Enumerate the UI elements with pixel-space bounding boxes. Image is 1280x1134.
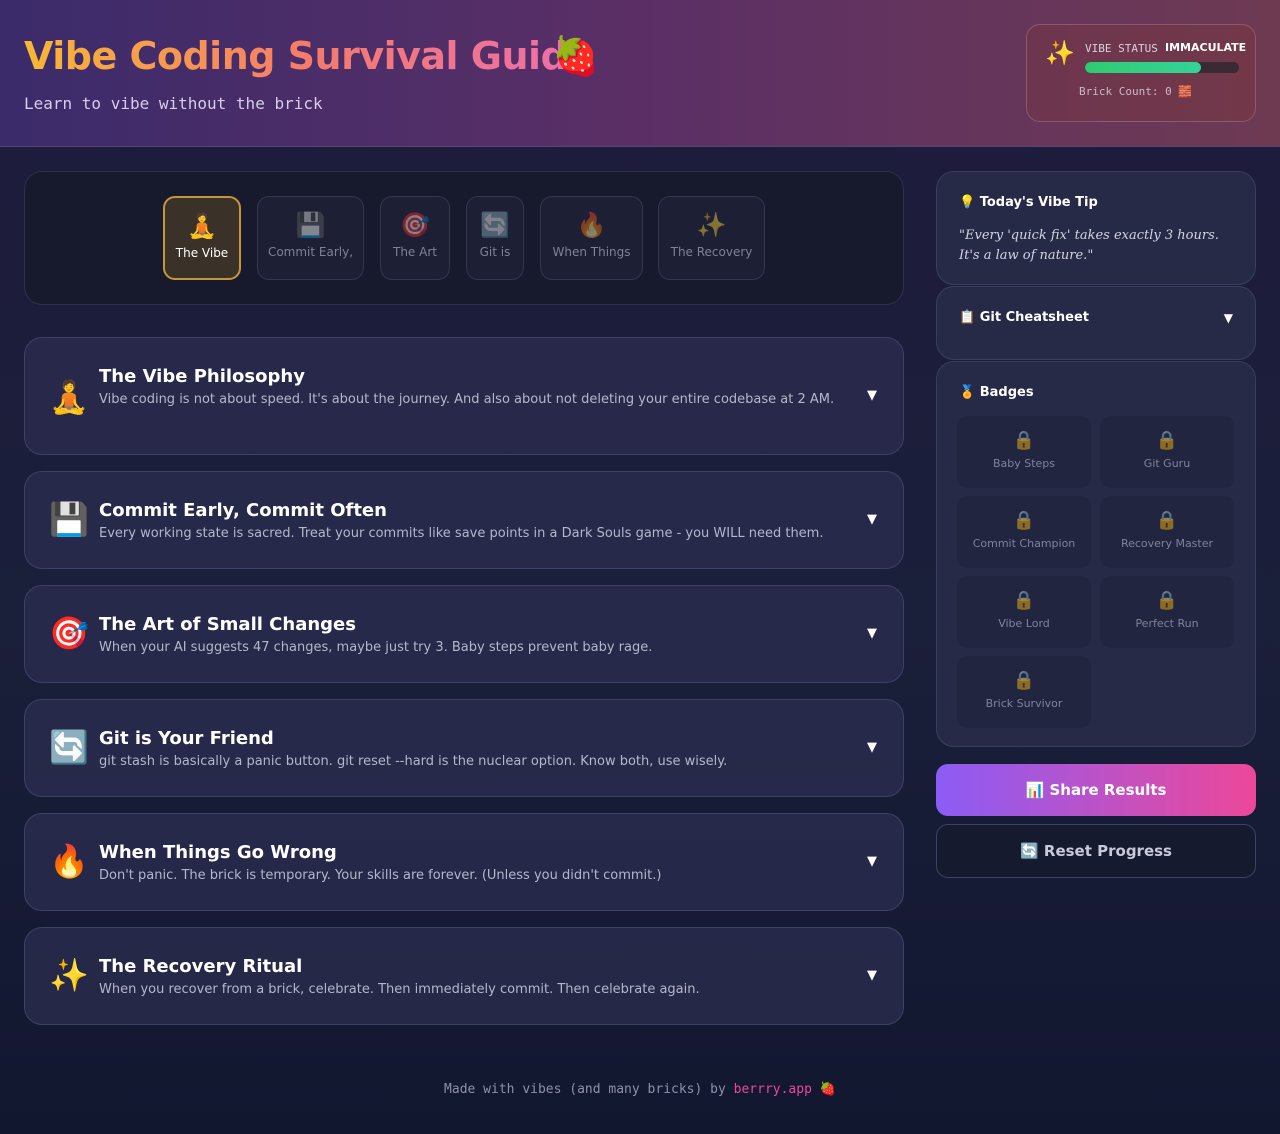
meditation-icon: 🧘 bbox=[49, 378, 89, 416]
tab-commit-early[interactable]: 💾 Commit Early, bbox=[257, 196, 364, 280]
badge-label: Recovery Master bbox=[1120, 537, 1214, 550]
lock-icon: 🔒 bbox=[1155, 510, 1179, 531]
section-description: Every working state is sacred. Treat you… bbox=[99, 526, 824, 541]
sparkle-icon: ✨ bbox=[1045, 39, 1075, 67]
section-tabs: 🧘 The Vibe 💾 Commit Early, 🎯 The Art 🔄 G… bbox=[24, 171, 904, 305]
badge-brick-survivor: 🔒 Brick Survivor bbox=[957, 656, 1091, 728]
tab-label: Git is bbox=[479, 245, 511, 259]
lock-icon: 🔒 bbox=[1012, 510, 1036, 531]
tab-label: The Recovery bbox=[670, 245, 753, 259]
chevron-down-icon[interactable]: ▼ bbox=[867, 968, 877, 983]
lock-icon: 🔒 bbox=[1012, 590, 1036, 611]
strawberry-icon: 🍓 bbox=[552, 34, 600, 78]
strawberry-icon: 🍓 bbox=[819, 1082, 836, 1097]
target-icon: 🎯 bbox=[49, 614, 89, 652]
badge-recovery-master: 🔒 Recovery Master bbox=[1100, 496, 1234, 568]
section-card-git-friend[interactable]: 🔄 Git is Your Friend git stash is basica… bbox=[24, 699, 904, 797]
vibe-tip-card: 💡 Today's Vibe Tip "Every 'quick fix' ta… bbox=[936, 171, 1256, 285]
floppy-disk-icon: 💾 bbox=[295, 211, 326, 239]
tab-the-art[interactable]: 🎯 The Art bbox=[380, 196, 450, 280]
floppy-disk-icon: 💾 bbox=[49, 500, 89, 538]
fire-icon: 🔥 bbox=[49, 842, 89, 880]
lock-icon: 🔒 bbox=[1155, 430, 1179, 451]
chevron-down-icon[interactable]: ▼ bbox=[867, 854, 877, 869]
header: Vibe Coding Survival Guide 🍓 Learn to vi… bbox=[0, 0, 1280, 147]
vibe-status-card: ✨ VIBE STATUS IMMACULATE Brick Count: 0 … bbox=[1026, 24, 1256, 122]
footer: Made with vibes (and many bricks) by ber… bbox=[0, 1082, 1280, 1097]
footer-text: Made with vibes (and many bricks) by bbox=[444, 1082, 734, 1097]
page-subtitle: Learn to vibe without the brick bbox=[24, 94, 323, 113]
fire-icon: 🔥 bbox=[576, 211, 607, 239]
target-icon: 🎯 bbox=[400, 211, 430, 239]
tab-git-is[interactable]: 🔄 Git is bbox=[466, 196, 524, 280]
tab-label: Commit Early, bbox=[267, 245, 354, 259]
section-card-vibe-philosophy[interactable]: 🧘 The Vibe Philosophy Vibe coding is not… bbox=[24, 337, 904, 455]
section-title: The Recovery Ritual bbox=[99, 956, 303, 977]
sparkle-icon: ✨ bbox=[696, 211, 727, 239]
badge-vibe-lord: 🔒 Vibe Lord bbox=[957, 576, 1091, 648]
vibe-tip-title: 💡 Today's Vibe Tip bbox=[959, 195, 1098, 210]
badge-commit-champion: 🔒 Commit Champion bbox=[957, 496, 1091, 568]
share-results-button[interactable]: 📊 Share Results bbox=[936, 764, 1256, 816]
section-description: When your AI suggests 47 changes, maybe … bbox=[99, 640, 653, 655]
brick-count: Brick Count: 0 🧱 bbox=[1079, 85, 1193, 98]
refresh-icon: 🔄 bbox=[480, 211, 510, 239]
tab-label: The Vibe bbox=[175, 246, 229, 260]
meditation-icon: 🧘 bbox=[187, 212, 217, 240]
section-title: Git is Your Friend bbox=[99, 728, 274, 749]
section-title: When Things Go Wrong bbox=[99, 842, 337, 863]
vibe-tip-text: "Every 'quick fix' takes exactly 3 hours… bbox=[959, 228, 1219, 263]
section-description: git stash is basically a panic button. g… bbox=[99, 754, 728, 769]
section-card-commit-early[interactable]: 💾 Commit Early, Commit Often Every worki… bbox=[24, 471, 904, 569]
badge-label: Baby Steps bbox=[992, 457, 1056, 470]
badge-git-guru: 🔒 Git Guru bbox=[1100, 416, 1234, 488]
chevron-down-icon[interactable]: ▼ bbox=[867, 388, 877, 403]
chevron-down-icon[interactable]: ▼ bbox=[867, 512, 877, 527]
vibe-status-value: IMMACULATE bbox=[1165, 41, 1247, 54]
git-cheatsheet-title: 📋 Git Cheatsheet bbox=[959, 310, 1090, 325]
git-cheatsheet-card[interactable]: 📋 Git Cheatsheet ▼ bbox=[936, 286, 1256, 360]
section-description: When you recover from a brick, celebrate… bbox=[99, 982, 700, 997]
tab-label: The Art bbox=[393, 245, 437, 259]
chevron-down-icon[interactable]: ▼ bbox=[867, 740, 877, 755]
footer-link[interactable]: berrry.app bbox=[734, 1082, 812, 1097]
vibe-status-label: VIBE STATUS bbox=[1085, 42, 1158, 55]
chevron-down-icon[interactable]: ▼ bbox=[1224, 311, 1233, 325]
section-title: Commit Early, Commit Often bbox=[99, 500, 387, 521]
section-title: The Vibe Philosophy bbox=[99, 366, 305, 387]
badges-title: 🏅 Badges bbox=[959, 385, 1034, 400]
section-card-things-wrong[interactable]: 🔥 When Things Go Wrong Don't panic. The … bbox=[24, 813, 904, 911]
section-title: The Art of Small Changes bbox=[99, 614, 356, 635]
lock-icon: 🔒 bbox=[1155, 590, 1179, 611]
tab-the-vibe[interactable]: 🧘 The Vibe bbox=[163, 196, 241, 280]
tab-the-recovery[interactable]: ✨ The Recovery bbox=[658, 196, 765, 280]
badge-label: Commit Champion bbox=[972, 537, 1076, 550]
badge-label: Brick Survivor bbox=[985, 697, 1063, 710]
sparkle-icon: ✨ bbox=[49, 956, 89, 994]
reset-progress-button[interactable]: 🔄 Reset Progress bbox=[936, 824, 1256, 878]
lock-icon: 🔒 bbox=[1012, 430, 1036, 451]
tab-when-things[interactable]: 🔥 When Things bbox=[540, 196, 643, 280]
vibe-status-bar-fill bbox=[1085, 62, 1201, 73]
chevron-down-icon[interactable]: ▼ bbox=[867, 626, 877, 641]
badge-label: Perfect Run bbox=[1135, 617, 1199, 630]
tab-label: When Things bbox=[552, 245, 631, 259]
refresh-icon: 🔄 bbox=[49, 728, 89, 766]
badge-label: Vibe Lord bbox=[998, 617, 1050, 630]
section-description: Vibe coding is not about speed. It's abo… bbox=[99, 392, 835, 407]
badge-baby-steps: 🔒 Baby Steps bbox=[957, 416, 1091, 488]
badges-card: 🏅 Badges 🔒 Baby Steps 🔒 Git Guru 🔒 Commi… bbox=[936, 361, 1256, 747]
page-title: Vibe Coding Survival Guide bbox=[24, 34, 593, 78]
badge-label: Git Guru bbox=[1143, 457, 1191, 470]
lock-icon: 🔒 bbox=[1012, 670, 1036, 691]
section-card-recovery-ritual[interactable]: ✨ The Recovery Ritual When you recover f… bbox=[24, 927, 904, 1025]
badge-perfect-run: 🔒 Perfect Run bbox=[1100, 576, 1234, 648]
vibe-status-bar bbox=[1085, 62, 1239, 73]
section-description: Don't panic. The brick is temporary. You… bbox=[99, 868, 662, 883]
section-card-small-changes[interactable]: 🎯 The Art of Small Changes When your AI … bbox=[24, 585, 904, 683]
